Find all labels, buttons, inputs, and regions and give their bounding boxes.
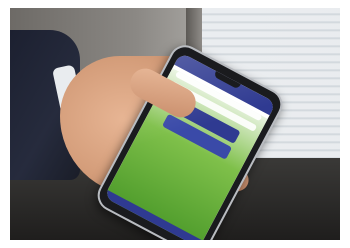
photo-scene bbox=[10, 8, 340, 240]
